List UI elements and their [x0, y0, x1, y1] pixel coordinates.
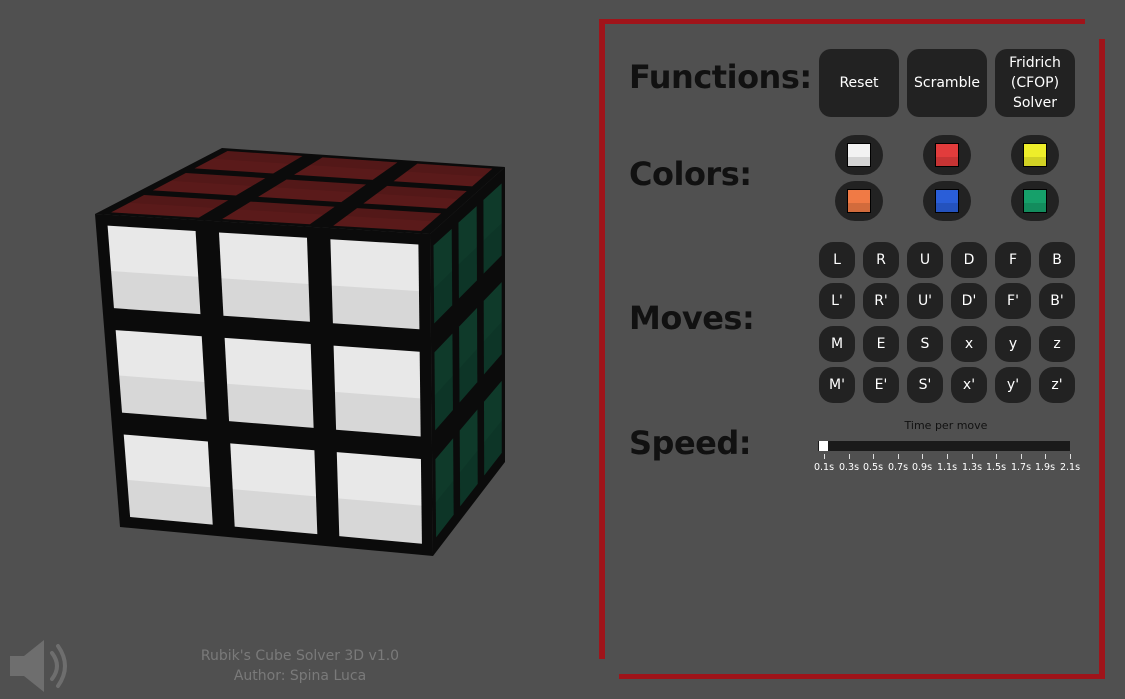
move-button-z[interactable]: z — [1039, 326, 1075, 362]
color-button-white[interactable] — [835, 135, 883, 175]
speed-tick — [849, 454, 850, 459]
move-button-S-prime[interactable]: S' — [907, 367, 943, 403]
speed-title: Speed: — [629, 424, 752, 462]
color-button-yellow[interactable] — [1011, 135, 1059, 175]
solver-button[interactable]: Fridrich (CFOP) Solver — [995, 49, 1075, 117]
color-button-orange[interactable] — [835, 181, 883, 221]
speed-tick — [972, 454, 973, 459]
color-swatch-white — [847, 143, 871, 167]
cube-front-sticker-shade — [119, 375, 207, 420]
panel-frame-left — [599, 19, 605, 659]
color-swatch-red — [935, 143, 959, 167]
speed-tick-label: 1.1s — [936, 462, 958, 473]
move-button-L-prime[interactable]: L' — [819, 283, 855, 319]
move-button-B[interactable]: B — [1039, 242, 1075, 278]
speed-tick — [824, 454, 825, 459]
move-button-R[interactable]: R — [863, 242, 899, 278]
speed-tick — [922, 454, 923, 459]
speed-tick — [898, 454, 899, 459]
speed-tick — [873, 454, 874, 459]
color-swatch-orange — [847, 189, 871, 213]
color-swatch-green — [1023, 189, 1047, 213]
move-button-z-prime[interactable]: z' — [1039, 367, 1075, 403]
author-credit: Author: Spina Luca — [233, 668, 367, 684]
speed-tick — [947, 454, 948, 459]
moves-title: Moves: — [629, 299, 755, 337]
color-button-blue[interactable] — [923, 181, 971, 221]
scramble-button[interactable]: Scramble — [907, 49, 987, 117]
speed-tick-label: 1.3s — [961, 462, 983, 473]
move-button-y[interactable]: y — [995, 326, 1031, 362]
move-button-B-prime[interactable]: B' — [1039, 283, 1075, 319]
speed-tick — [1021, 454, 1022, 459]
move-button-D[interactable]: D — [951, 242, 987, 278]
speed-tick-label: 1.5s — [985, 462, 1007, 473]
speed-tick — [996, 454, 997, 459]
move-button-M-prime[interactable]: M' — [819, 367, 855, 403]
cube-front-sticker-shade — [127, 479, 213, 525]
speed-tick — [1070, 454, 1071, 459]
functions-title: Functions: — [629, 58, 812, 96]
speed-slider-track[interactable] — [818, 441, 1070, 451]
colors-title: Colors: — [629, 155, 752, 193]
cube-front-sticker-shade — [338, 498, 422, 544]
cube-front-sticker-shade — [334, 391, 421, 437]
speed-tick-label: 1.7s — [1010, 462, 1032, 473]
speaker-icon[interactable] — [8, 637, 70, 695]
panel-frame-right — [1099, 39, 1105, 679]
reset-button-label: Reset — [839, 75, 879, 91]
move-button-y-prime[interactable]: y' — [995, 367, 1031, 403]
move-button-U[interactable]: U — [907, 242, 943, 278]
color-button-red[interactable] — [923, 135, 971, 175]
speed-tick-label: 1.9s — [1034, 462, 1056, 473]
move-button-M[interactable]: M — [819, 326, 855, 362]
speed-tick-label: 0.9s — [911, 462, 933, 473]
move-button-S[interactable]: S — [907, 326, 943, 362]
speed-tick-label: 2.1s — [1059, 462, 1081, 473]
speed-slider-thumb[interactable] — [819, 441, 828, 451]
cube-front-sticker-shade — [111, 271, 201, 315]
speed-tick-label: 0.1s — [813, 462, 835, 473]
rubiks-cube-3d[interactable] — [0, 0, 600, 620]
cube-front-face — [95, 214, 433, 556]
cube-front-sticker-shade — [221, 278, 310, 322]
speed-tick — [1045, 454, 1046, 459]
move-button-E-prime[interactable]: E' — [863, 367, 899, 403]
color-swatch-yellow — [1023, 143, 1047, 167]
panel-frame-bottom — [619, 674, 1105, 679]
move-button-x[interactable]: x — [951, 326, 987, 362]
app-version: Rubik's Cube Solver 3D v1.0 — [200, 648, 400, 664]
move-button-F[interactable]: F — [995, 242, 1031, 278]
move-button-L[interactable]: L — [819, 242, 855, 278]
cube-right-face — [430, 167, 505, 556]
speed-slider-label: Time per move — [904, 419, 988, 432]
speed-tick-label: 0.7s — [887, 462, 909, 473]
solver-button-label: Fridrich (CFOP) Solver — [1009, 55, 1061, 111]
color-button-green[interactable] — [1011, 181, 1059, 221]
cube-front-sticker-shade — [232, 489, 318, 535]
move-button-x-prime[interactable]: x' — [951, 367, 987, 403]
move-button-R-prime[interactable]: R' — [863, 283, 899, 319]
panel-frame-top — [599, 19, 1085, 24]
color-swatch-blue — [935, 189, 959, 213]
footer: Rubik's Cube Solver 3D v1.0 Author: Spin… — [150, 646, 450, 686]
cube-front-sticker-shade — [227, 383, 314, 428]
speed-tick-label: 0.5s — [862, 462, 884, 473]
reset-button[interactable]: Reset — [819, 49, 899, 117]
move-button-U-prime[interactable]: U' — [907, 283, 943, 319]
speed-tick-label: 0.3s — [838, 462, 860, 473]
move-button-D-prime[interactable]: D' — [951, 283, 987, 319]
move-button-E[interactable]: E — [863, 326, 899, 362]
scramble-button-label: Scramble — [914, 75, 980, 91]
move-button-F-prime[interactable]: F' — [995, 283, 1031, 319]
cube-front-sticker-shade — [331, 285, 420, 330]
